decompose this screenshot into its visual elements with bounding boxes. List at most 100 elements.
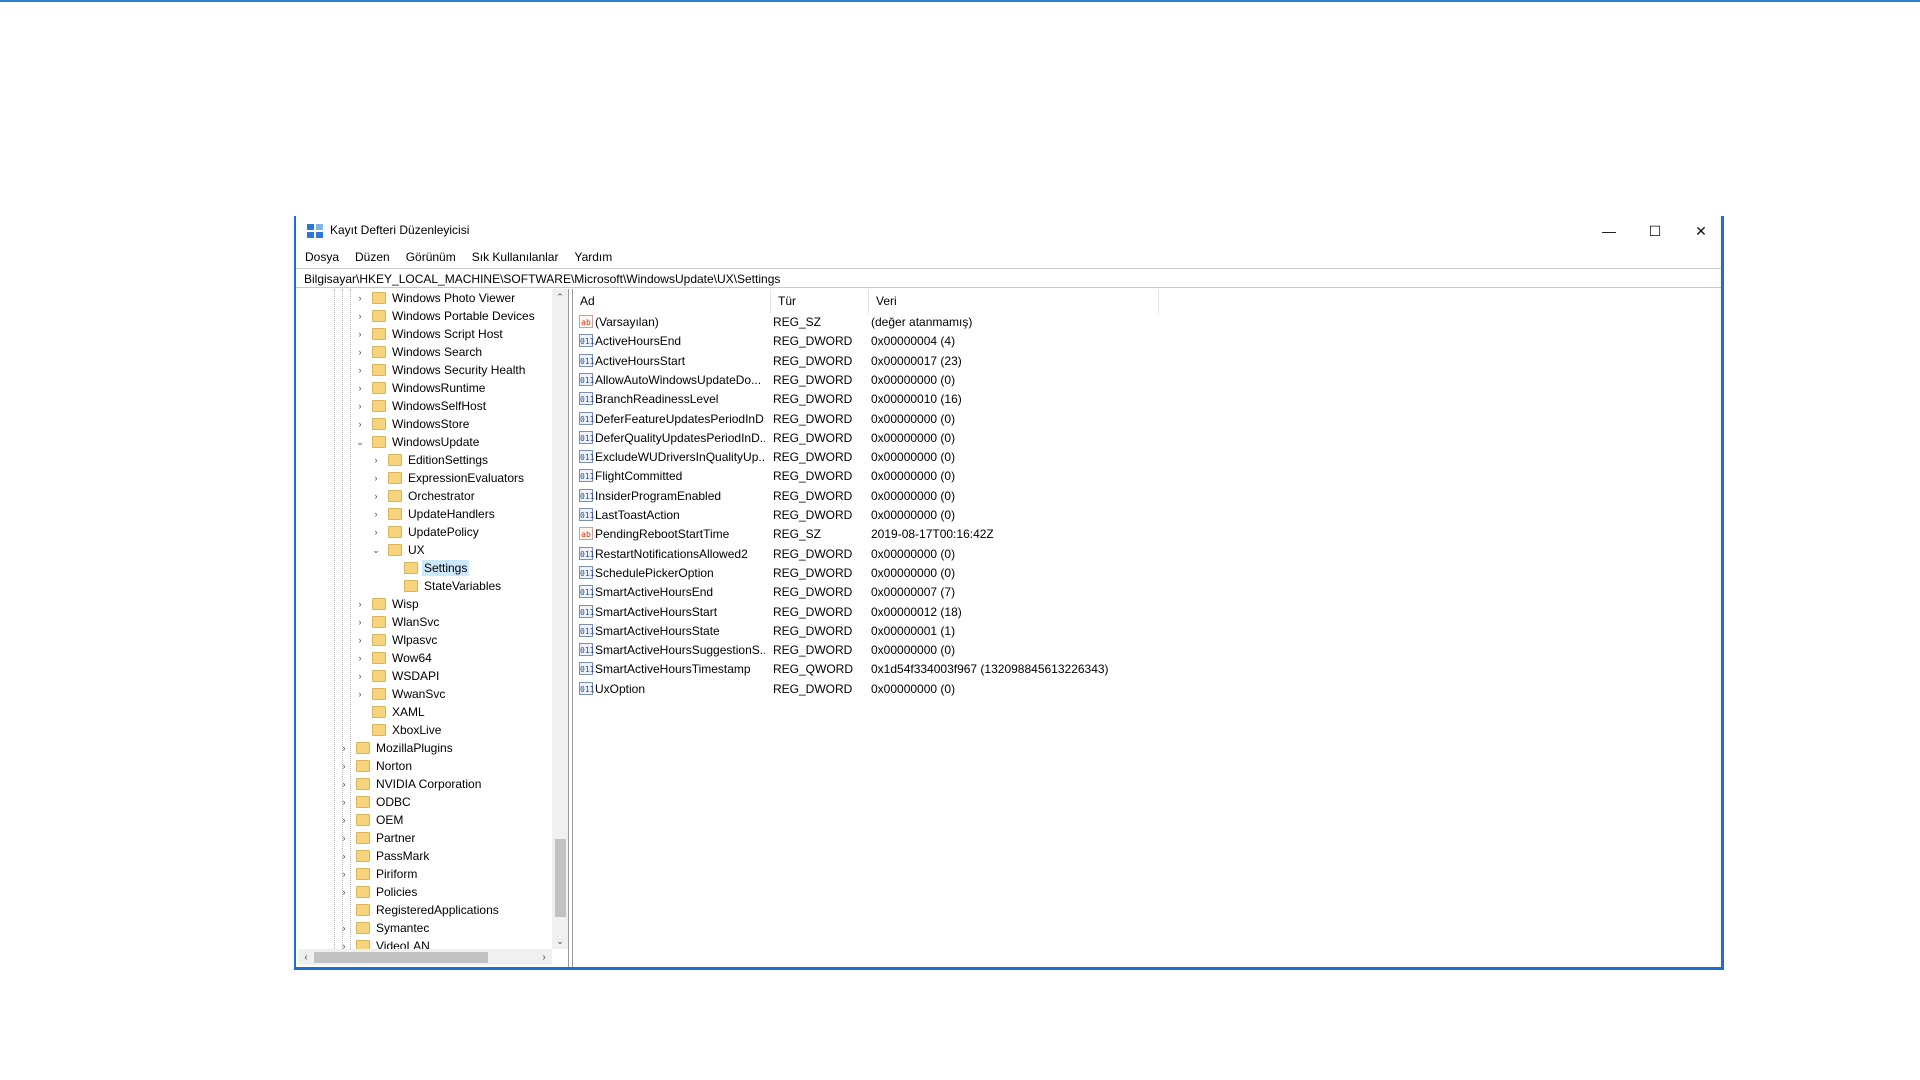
tree-item[interactable]: › ODBC (338, 793, 413, 811)
value-row[interactable]: 011 UxOption REG_DWORD 0x00000000 (0) (573, 680, 1713, 699)
chevron-right-icon[interactable]: › (354, 343, 366, 361)
tree-item[interactable]: › OEM (338, 811, 405, 829)
tree-item[interactable]: › PassMark (338, 847, 431, 865)
value-row[interactable]: ab (Varsayılan) REG_SZ (değer atanmamış) (573, 313, 1713, 332)
chevron-right-icon[interactable]: › (354, 325, 366, 343)
tree-item[interactable]: › Wow64 (354, 649, 434, 667)
tree-item[interactable]: StateVariables (386, 577, 503, 595)
tree-item[interactable]: RegisteredApplications (338, 901, 501, 919)
chevron-right-icon[interactable]: › (354, 379, 366, 397)
value-row[interactable]: 011 LastToastAction REG_DWORD 0x00000000 (0… (573, 506, 1713, 525)
title-bar[interactable]: Kayıt Defteri Düzenleyicisi — ☐ ✕ (296, 216, 1721, 246)
value-row[interactable]: 011 ExcludeWUDriversInQualityUp... REG_DWO… (573, 448, 1713, 467)
tree-item[interactable]: › Windows Search (354, 343, 484, 361)
tree-item[interactable]: ⌄ UX (370, 541, 427, 559)
chevron-right-icon[interactable]: › (338, 865, 350, 883)
tree-item[interactable]: › Windows Portable Devices (354, 307, 537, 325)
tree-item[interactable]: › WindowsSelfHost (354, 397, 488, 415)
chevron-right-icon[interactable]: › (354, 613, 366, 631)
value-row[interactable]: 011 FlightCommitted REG_DWORD 0x00000000 (0… (573, 467, 1713, 486)
chevron-right-icon[interactable]: › (354, 667, 366, 685)
tree-item[interactable]: ⌄ WindowsUpdate (354, 433, 481, 451)
chevron-right-icon[interactable]: › (338, 829, 350, 847)
tree-item[interactable]: › UpdatePolicy (370, 523, 481, 541)
maximize-button[interactable]: ☐ (1632, 216, 1678, 246)
tree-item[interactable]: Settings (386, 559, 470, 577)
tree-item[interactable]: › MozillaPlugins (338, 739, 455, 757)
menu-edit[interactable]: Düzen (346, 250, 397, 264)
value-row[interactable]: 011 SmartActiveHoursState REG_DWORD 0x00000… (573, 622, 1713, 641)
close-button[interactable]: ✕ (1678, 216, 1724, 246)
value-row[interactable]: 011 DeferFeatureUpdatesPeriodInD... REG_DW… (573, 410, 1713, 429)
tree-item[interactable]: › Orchestrator (370, 487, 477, 505)
chevron-right-icon[interactable]: › (370, 505, 382, 523)
chevron-right-icon[interactable]: › (338, 775, 350, 793)
chevron-right-icon[interactable]: › (354, 289, 366, 307)
tree-horizontal-scroll-thumb[interactable] (314, 952, 488, 963)
chevron-down-icon[interactable]: ⌄ (370, 541, 382, 559)
tree-item[interactable]: › Partner (338, 829, 417, 847)
chevron-right-icon[interactable]: › (338, 757, 350, 775)
tree-item[interactable]: › WindowsStore (354, 415, 471, 433)
chevron-right-icon[interactable]: › (338, 919, 350, 937)
tree-item[interactable]: › Symantec (338, 919, 431, 937)
chevron-right-icon[interactable]: › (354, 361, 366, 379)
chevron-right-icon[interactable]: › (338, 811, 350, 829)
chevron-right-icon[interactable]: › (370, 469, 382, 487)
tree-item[interactable]: › EditionSettings (370, 451, 490, 469)
column-header-name[interactable]: Ad (573, 289, 771, 313)
value-row[interactable]: 011 SchedulePickerOption REG_DWORD 0x000000… (573, 564, 1713, 583)
menu-file[interactable]: Dosya (296, 250, 346, 264)
value-row[interactable]: 011 SmartActiveHoursTimestamp REG_QWORD 0x1… (573, 660, 1713, 679)
tree-item[interactable]: › Windows Security Health (354, 361, 527, 379)
chevron-right-icon[interactable]: › (354, 685, 366, 703)
tree-item[interactable]: › UpdateHandlers (370, 505, 497, 523)
value-row[interactable]: ab PendingRebootStartTime REG_SZ 2019-08-17… (573, 525, 1713, 544)
column-header-data[interactable]: Veri (869, 289, 1159, 313)
chevron-right-icon[interactable]: › (370, 523, 382, 541)
tree-item[interactable]: › WSDAPI (354, 667, 441, 685)
tree-horizontal-scrollbar[interactable]: ‹ › (298, 949, 552, 965)
chevron-right-icon[interactable]: › (338, 847, 350, 865)
menu-favorites[interactable]: Sık Kullanılanlar (463, 250, 566, 264)
tree-item[interactable]: › WwanSvc (354, 685, 447, 703)
tree-item[interactable]: XAML (354, 703, 427, 721)
scroll-up-arrow-icon[interactable]: ⌃ (552, 289, 568, 305)
tree-vertical-scrollbar[interactable]: ⌃ ⌄ (552, 289, 568, 949)
scroll-right-arrow-icon[interactable]: › (536, 949, 552, 965)
value-row[interactable]: 011 BranchReadinessLevel REG_DWORD 0x000000… (573, 390, 1713, 409)
value-row[interactable]: 011 ActiveHoursEnd REG_DWORD 0x00000004 (4) (573, 332, 1713, 351)
value-row[interactable]: 011 InsiderProgramEnabled REG_DWORD 0x00000… (573, 487, 1713, 506)
tree-item[interactable]: › ExpressionEvaluators (370, 469, 526, 487)
chevron-right-icon[interactable]: › (354, 415, 366, 433)
chevron-right-icon[interactable]: › (370, 451, 382, 469)
chevron-right-icon[interactable]: › (338, 883, 350, 901)
chevron-right-icon[interactable]: › (338, 793, 350, 811)
chevron-right-icon[interactable]: › (354, 631, 366, 649)
scroll-left-arrow-icon[interactable]: ‹ (298, 949, 314, 965)
tree-item[interactable]: › Norton (338, 757, 414, 775)
value-row[interactable]: 011 SmartActiveHoursStart REG_DWORD 0x00000… (573, 603, 1713, 622)
tree-item[interactable]: › Windows Script Host (354, 325, 505, 343)
value-row[interactable]: 011 ActiveHoursStart REG_DWORD 0x00000017 (… (573, 352, 1713, 371)
value-row[interactable]: 011 AllowAutoWindowsUpdateDo... REG_DWORD 0… (573, 371, 1713, 390)
value-row[interactable]: 011 RestartNotificationsAllowed2 REG_DWORD… (573, 545, 1713, 564)
tree-item[interactable]: XboxLive (354, 721, 443, 739)
value-row[interactable]: 011 DeferQualityUpdatesPeriodInD... REG_DW… (573, 429, 1713, 448)
value-row[interactable]: 011 SmartActiveHoursEnd REG_DWORD 0x0000000… (573, 583, 1713, 602)
chevron-down-icon[interactable]: ⌄ (354, 433, 366, 451)
minimize-button[interactable]: — (1586, 216, 1632, 246)
chevron-right-icon[interactable]: › (354, 595, 366, 613)
value-row[interactable]: 011 SmartActiveHoursSuggestionS... REG_DWO… (573, 641, 1713, 660)
tree-item[interactable]: › WindowsRuntime (354, 379, 487, 397)
scroll-down-arrow-icon[interactable]: ⌄ (552, 933, 568, 949)
tree-vertical-scroll-thumb[interactable] (555, 839, 566, 917)
tree-item[interactable]: › Wisp (354, 595, 421, 613)
column-header-type[interactable]: Tür (771, 289, 869, 313)
menu-help[interactable]: Yardım (565, 250, 619, 264)
address-bar[interactable]: Bilgisayar\HKEY_LOCAL_MACHINE\SOFTWARE\M… (296, 268, 1721, 288)
chevron-right-icon[interactable]: › (354, 397, 366, 415)
chevron-right-icon[interactable]: › (338, 739, 350, 757)
chevron-right-icon[interactable]: › (370, 487, 382, 505)
tree-item[interactable]: › Policies (338, 883, 419, 901)
